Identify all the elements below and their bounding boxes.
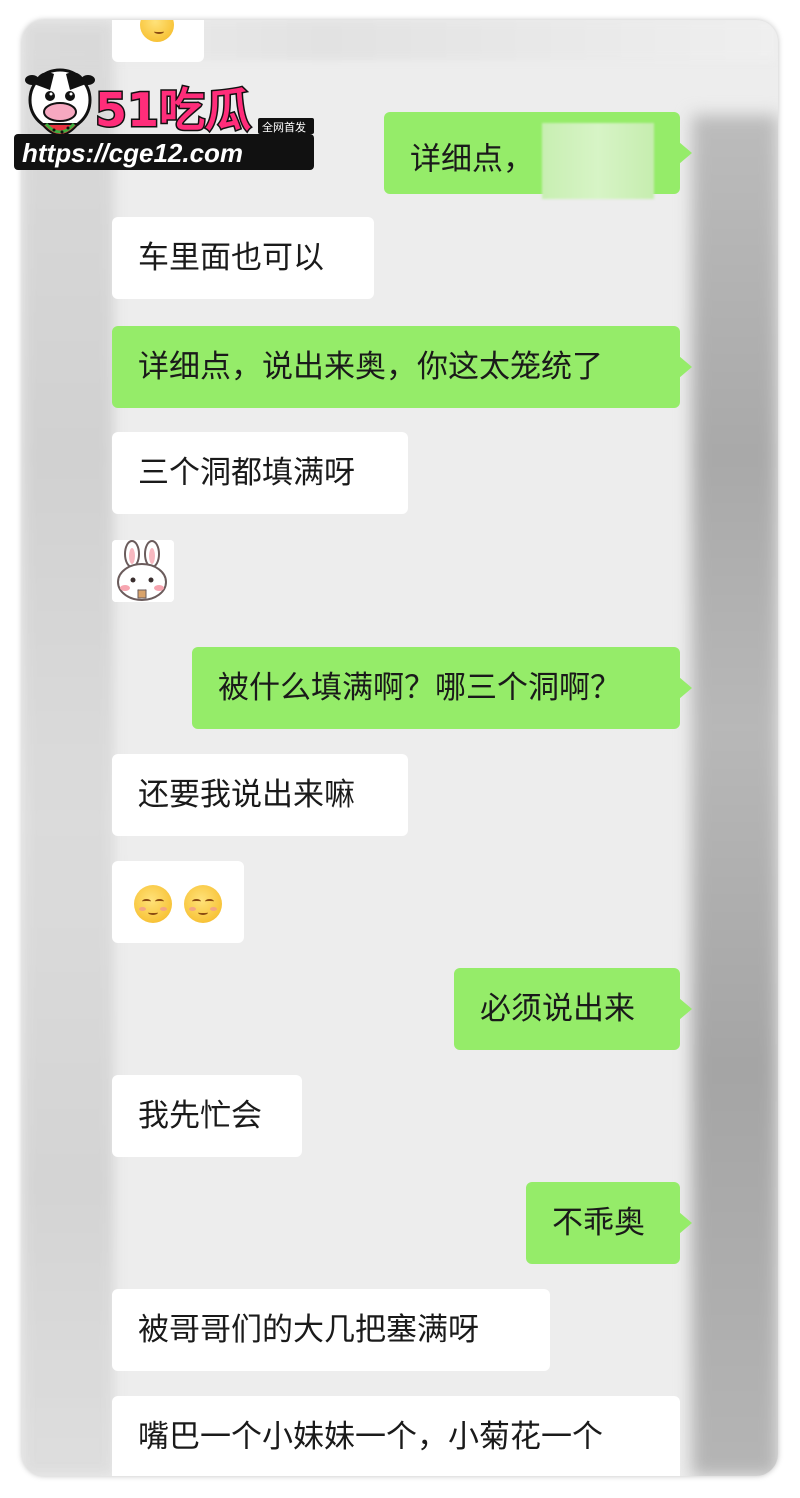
watermark-url: https://cge12.com (22, 138, 243, 168)
message-bubble-incoming[interactable]: 车里面也可以 (112, 217, 374, 299)
message-bubble-incoming[interactable]: 还要我说出来嘛 (112, 754, 408, 836)
shy-smile-icon (134, 884, 172, 923)
message-text: 嘴巴一个小妹妹一个，小菊花一个 (138, 1419, 603, 1455)
emoji-icon (140, 20, 174, 42)
bunny-icon (112, 540, 174, 602)
message-bubble-incoming[interactable]: 被哥哥们的大几把塞满呀 (112, 1289, 550, 1371)
message-bubble-incoming[interactable]: 嘴巴一个小妹妹一个，小菊花一个 (112, 1396, 680, 1476)
watermark-brand: 51吃瓜 (95, 83, 251, 137)
message-text: 我先忙会 (138, 1098, 262, 1134)
message-bubble-emoji[interactable] (112, 861, 244, 943)
shy-smile-icon (183, 884, 222, 923)
message-bubble-outgoing[interactable]: 详细点， (384, 112, 692, 199)
message-text: 必须说出来 (480, 991, 635, 1027)
message-bubble-outgoing[interactable]: 详细点，说出来奥，你这太笼统了 (112, 326, 692, 408)
message-text: 还要我说出来嘛 (138, 777, 355, 813)
bunny-sticker[interactable] (112, 540, 174, 602)
message-text: 被哥哥们的大几把塞满呀 (138, 1312, 479, 1348)
blurred-left-avatar-column (22, 20, 114, 1476)
message-text: 不乖奥 (552, 1205, 645, 1241)
message-bubble-incoming[interactable]: 我先忙会 (112, 1075, 302, 1157)
message-bubble-incoming[interactable]: 三个洞都填满呀 (112, 432, 408, 514)
message-text: 详细点，说出来奥，你这太笼统了 (138, 349, 603, 385)
message-text: 被什么填满啊？哪三个洞啊？ (218, 670, 621, 706)
chat-screen: 详细点， 车里面也可以 详细点，说出来奥，你这太笼统了 三个洞都填满呀 被什么填… (22, 20, 778, 1476)
watermark-logo: https://cge12.com 51吃瓜 全网首发 (10, 58, 315, 173)
redacted-name (542, 123, 654, 199)
blurred-right-avatar-column (692, 115, 778, 1476)
message-bubble-partial[interactable] (112, 20, 204, 62)
message-bubble-outgoing[interactable]: 不乖奥 (526, 1182, 692, 1264)
message-text: 车里面也可以 (138, 240, 324, 276)
message-bubble-outgoing[interactable]: 被什么填满啊？哪三个洞啊？ (192, 647, 692, 729)
cow-mascot-logo: https://cge12.com 51吃瓜 全网首发 (14, 68, 314, 170)
watermark-tag: 全网首发 (262, 120, 306, 134)
message-text: 三个洞都填满呀 (138, 455, 355, 491)
message-text: 详细点， (410, 141, 534, 178)
message-bubble-outgoing[interactable]: 必须说出来 (454, 968, 692, 1050)
